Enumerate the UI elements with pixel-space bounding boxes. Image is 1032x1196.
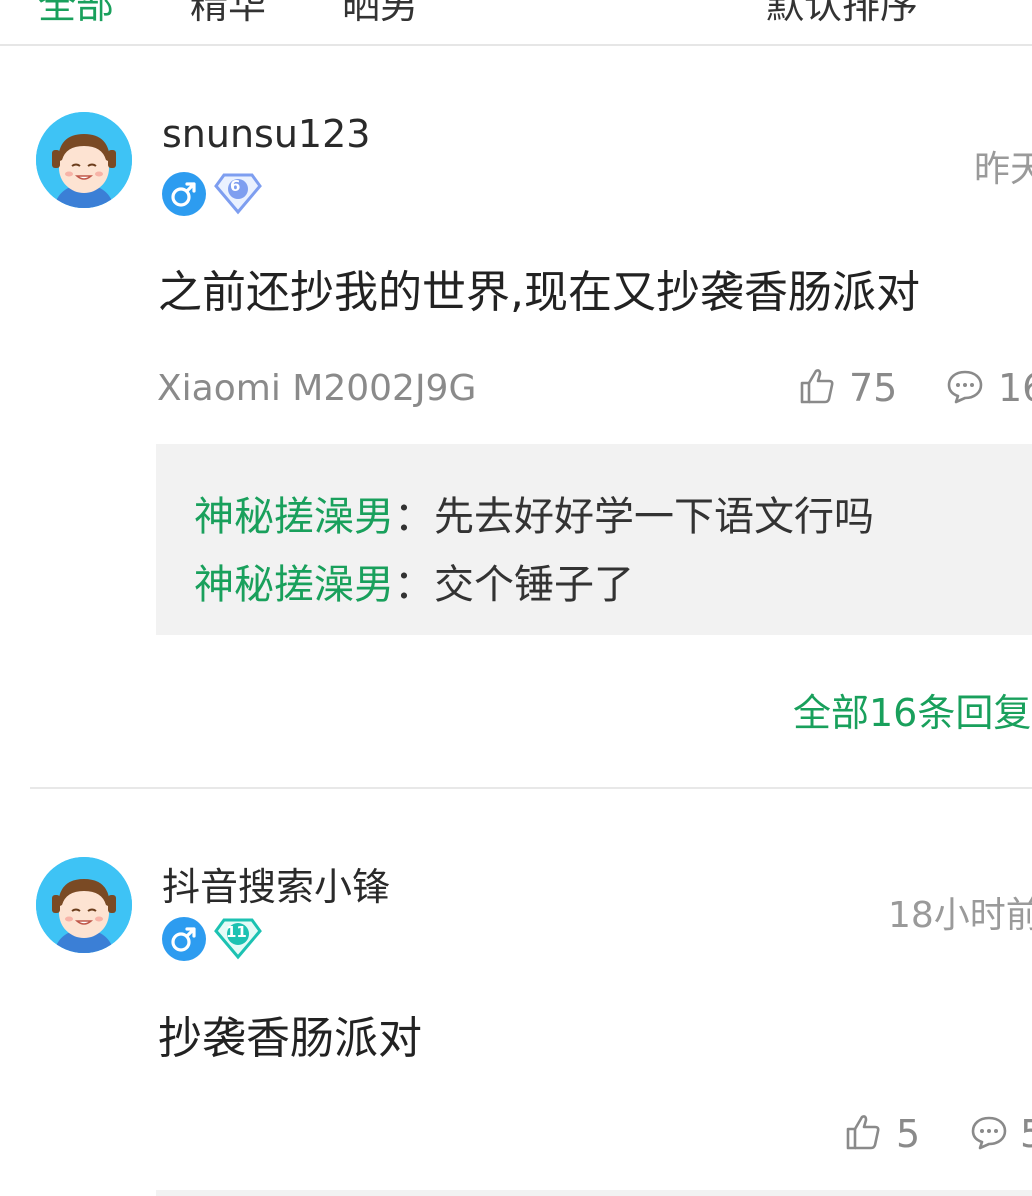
device-label: Xiaomi M2002J9G xyxy=(157,368,477,409)
tab-show[interactable]: 晒男 xyxy=(342,0,418,29)
comment-bubble-icon xyxy=(947,370,983,404)
diamond-level-icon: 6 xyxy=(214,170,262,216)
reply-count: 16 xyxy=(998,366,1032,410)
reply-text: 先去好好学一下语文行吗 xyxy=(434,494,874,540)
avatar-face-icon xyxy=(36,857,132,953)
comment-bubble-icon xyxy=(971,1116,1007,1150)
thumbs-up-icon xyxy=(846,1115,880,1150)
reply-preview-box[interactable]: 神秘搓澡男：先去好好学一下语文行吗 神秘搓澡男：交个锤子了 xyxy=(156,444,1032,635)
reply-button[interactable] xyxy=(946,368,984,408)
like-count: 75 xyxy=(849,366,898,410)
comment-content: 之前还抄我的世界,现在又抄袭香肠派对 xyxy=(158,267,920,318)
like-count: 5 xyxy=(896,1112,921,1156)
diamond-level-icon: 11 xyxy=(214,915,262,961)
reply-separator: ： xyxy=(394,562,434,608)
tab-all[interactable]: 全部 xyxy=(38,0,114,29)
reply-button[interactable] xyxy=(970,1114,1008,1154)
username[interactable]: 抖音搜索小锋 xyxy=(162,856,390,911)
top-tab-bar: 全部 精华 晒男 默认排序 xyxy=(0,0,1032,46)
reply-count: 5 xyxy=(1020,1112,1032,1156)
level-number: 11 xyxy=(226,923,247,941)
male-icon xyxy=(162,172,206,216)
avatar-face-icon xyxy=(36,112,132,208)
reply-author[interactable]: 神秘搓澡男 xyxy=(194,562,394,608)
reply-line[interactable]: 神秘搓澡男：先去好好学一下语文行吗 xyxy=(194,484,874,542)
level-number: 6 xyxy=(230,177,241,195)
reply-author[interactable]: 神秘搓澡男 xyxy=(194,494,394,540)
username[interactable]: snunsu123 xyxy=(162,112,370,156)
comment-time: 18小时前 xyxy=(888,895,1032,936)
avatar[interactable] xyxy=(36,857,132,953)
view-all-replies-link[interactable]: 全部16条回复 xyxy=(793,682,1031,737)
male-icon xyxy=(162,917,206,961)
tab-featured[interactable]: 精华 xyxy=(190,0,266,29)
comment-content: 抄袭香肠派对 xyxy=(158,1013,422,1064)
comment-divider xyxy=(30,787,1032,789)
like-button[interactable] xyxy=(844,1112,882,1156)
avatar[interactable] xyxy=(36,112,132,208)
reply-text: 交个锤子了 xyxy=(434,562,634,608)
reply-separator: ： xyxy=(394,494,434,540)
like-button[interactable] xyxy=(798,366,836,410)
reply-line[interactable]: 神秘搓澡男：交个锤子了 xyxy=(194,552,634,610)
thumbs-up-icon xyxy=(800,369,834,404)
reply-preview-box xyxy=(156,1190,1032,1196)
comment-time: 昨天 xyxy=(974,149,1032,190)
sort-dropdown[interactable]: 默认排序 xyxy=(766,0,918,29)
